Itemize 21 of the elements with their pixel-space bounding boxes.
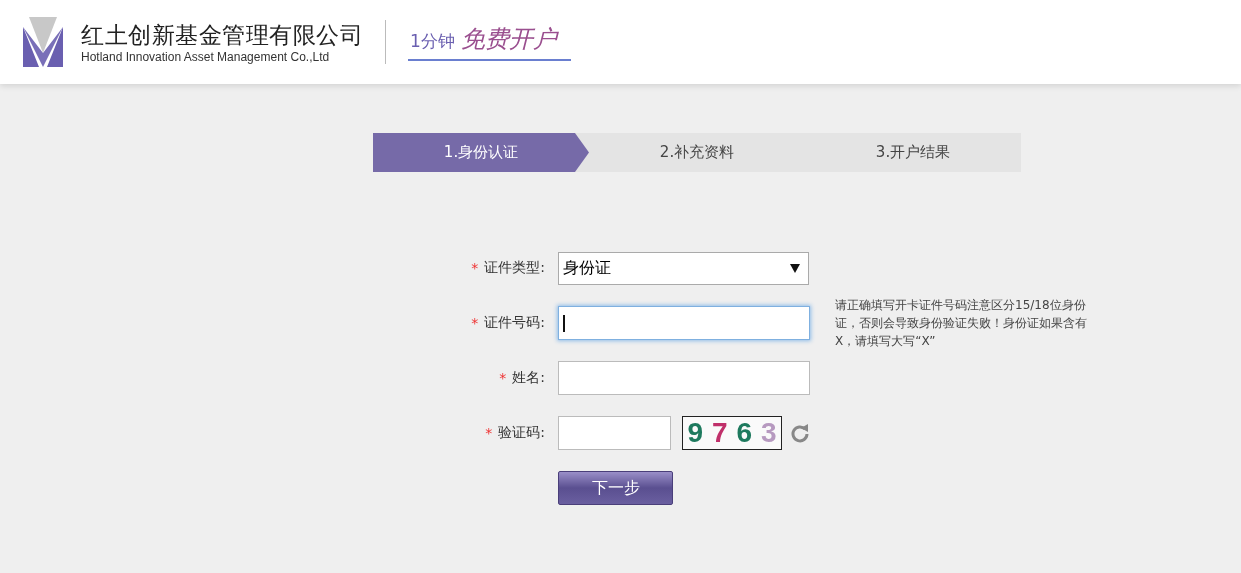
company-name: 红土创新基金管理有限公司 (81, 21, 363, 50)
slogan-banner: 1分钟 免费开户 (408, 23, 571, 61)
field-label: 验证码: (498, 424, 545, 442)
logo-icon (23, 17, 63, 67)
hint-text: 请正确填写开卡证件号码注意区分15/18位身份证，否则会导致身份验证失败！身份证如果含有X，请填写大写“X” (835, 297, 1088, 350)
company-name-english: Hotland Innovation Asset Management Co.,Ltd (81, 50, 331, 64)
field-label: 姓名: (512, 369, 545, 387)
required-mark: * (471, 260, 479, 276)
next-step-button[interactable]: 下一步 (558, 471, 673, 505)
required-mark: * (471, 315, 479, 331)
input-field[interactable] (558, 361, 810, 395)
id-type-select[interactable]: 身份证 (558, 251, 809, 285)
input-field[interactable] (558, 306, 810, 340)
captcha-input-field[interactable] (558, 416, 671, 450)
captcha-image: 9 7 6 3 (682, 416, 782, 450)
required-mark: * (485, 425, 493, 441)
field-label: 证件号码: (484, 314, 545, 332)
dropdown-arrow-icon (790, 263, 800, 273)
field-label: 证件类型: (484, 259, 545, 277)
refresh-icon[interactable] (790, 423, 810, 443)
required-mark: * (499, 370, 507, 386)
